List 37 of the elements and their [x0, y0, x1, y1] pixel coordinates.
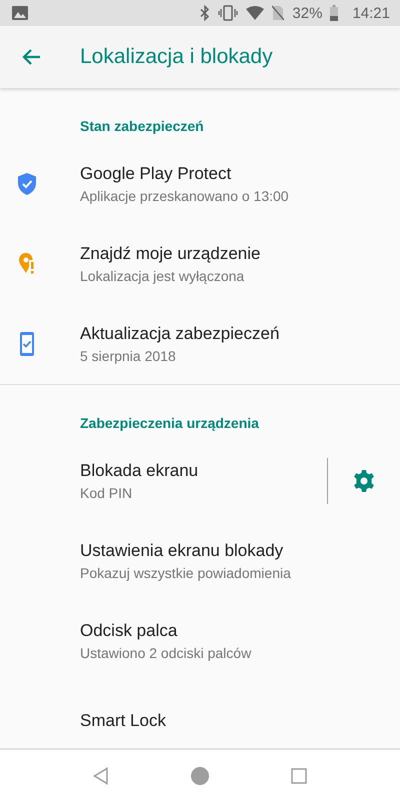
- back-nav-button[interactable]: [93, 767, 109, 785]
- no-sim-icon: [272, 5, 284, 21]
- item-title: Ustawienia ekranu blokady: [80, 541, 284, 561]
- recents-button[interactable]: [291, 768, 307, 784]
- clock: 14:21: [352, 4, 390, 22]
- image-icon: [12, 6, 28, 20]
- item-title: Google Play Protect: [80, 164, 232, 184]
- wifi-icon: [246, 6, 264, 20]
- item-summary: 5 sierpnia 2018: [80, 348, 177, 364]
- item-title: Znajdź moje urządzenie: [80, 244, 262, 264]
- item-title: Blokada ekranu: [80, 461, 200, 481]
- item-summary: Aplikacje przeskanowano o 13:00: [80, 188, 290, 204]
- settings-icon: [352, 469, 376, 493]
- settings-item[interactable]: Aktualizacja zabezpieczeń 5 sierpnia 2018: [0, 304, 400, 384]
- settings-item[interactable]: Smart Lock: [0, 681, 400, 748]
- section-header: Stan zabezpieczeń: [79, 117, 205, 136]
- item-summary: Ustawiono 2 odciski palców: [80, 645, 252, 661]
- bluetooth-icon: [200, 5, 210, 21]
- battery-icon: [330, 5, 338, 21]
- item-title: Smart Lock: [80, 711, 167, 731]
- settings-item[interactable]: Znajdź moje urządzenie Lokalizacja jest wyłączona: [0, 224, 400, 304]
- shield-check-icon: [16, 172, 38, 196]
- page-title: Lokalizacja i blokady: [80, 45, 273, 69]
- home-button[interactable]: [191, 767, 209, 785]
- settings-item[interactable]: Google Play Protect Aplikacje przeskanowano o 13:00: [0, 144, 400, 224]
- item-title: Odcisk palca: [80, 621, 178, 641]
- phone-check-icon: [19, 331, 35, 357]
- battery-percent: 32%: [292, 4, 322, 22]
- settings-item[interactable]: Blokada ekranu Kod PIN: [0, 441, 400, 521]
- item-summary: Kod PIN: [80, 485, 134, 501]
- item-title: Aktualizacja zabezpieczeń: [80, 324, 280, 344]
- item-summary: Pokazuj wszystkie powiadomienia: [80, 565, 292, 581]
- settings-item[interactable]: Odcisk palca Ustawiono 2 odciski palców: [0, 601, 400, 681]
- vibrate-icon: [218, 5, 238, 21]
- section-header: Zabezpieczenia urządzenia: [79, 414, 260, 433]
- settings-item[interactable]: Ustawienia ekranu blokady Pokazuj wszystkie powiadomienia: [0, 521, 400, 601]
- item-summary: Lokalizacja jest wyłączona: [80, 268, 246, 284]
